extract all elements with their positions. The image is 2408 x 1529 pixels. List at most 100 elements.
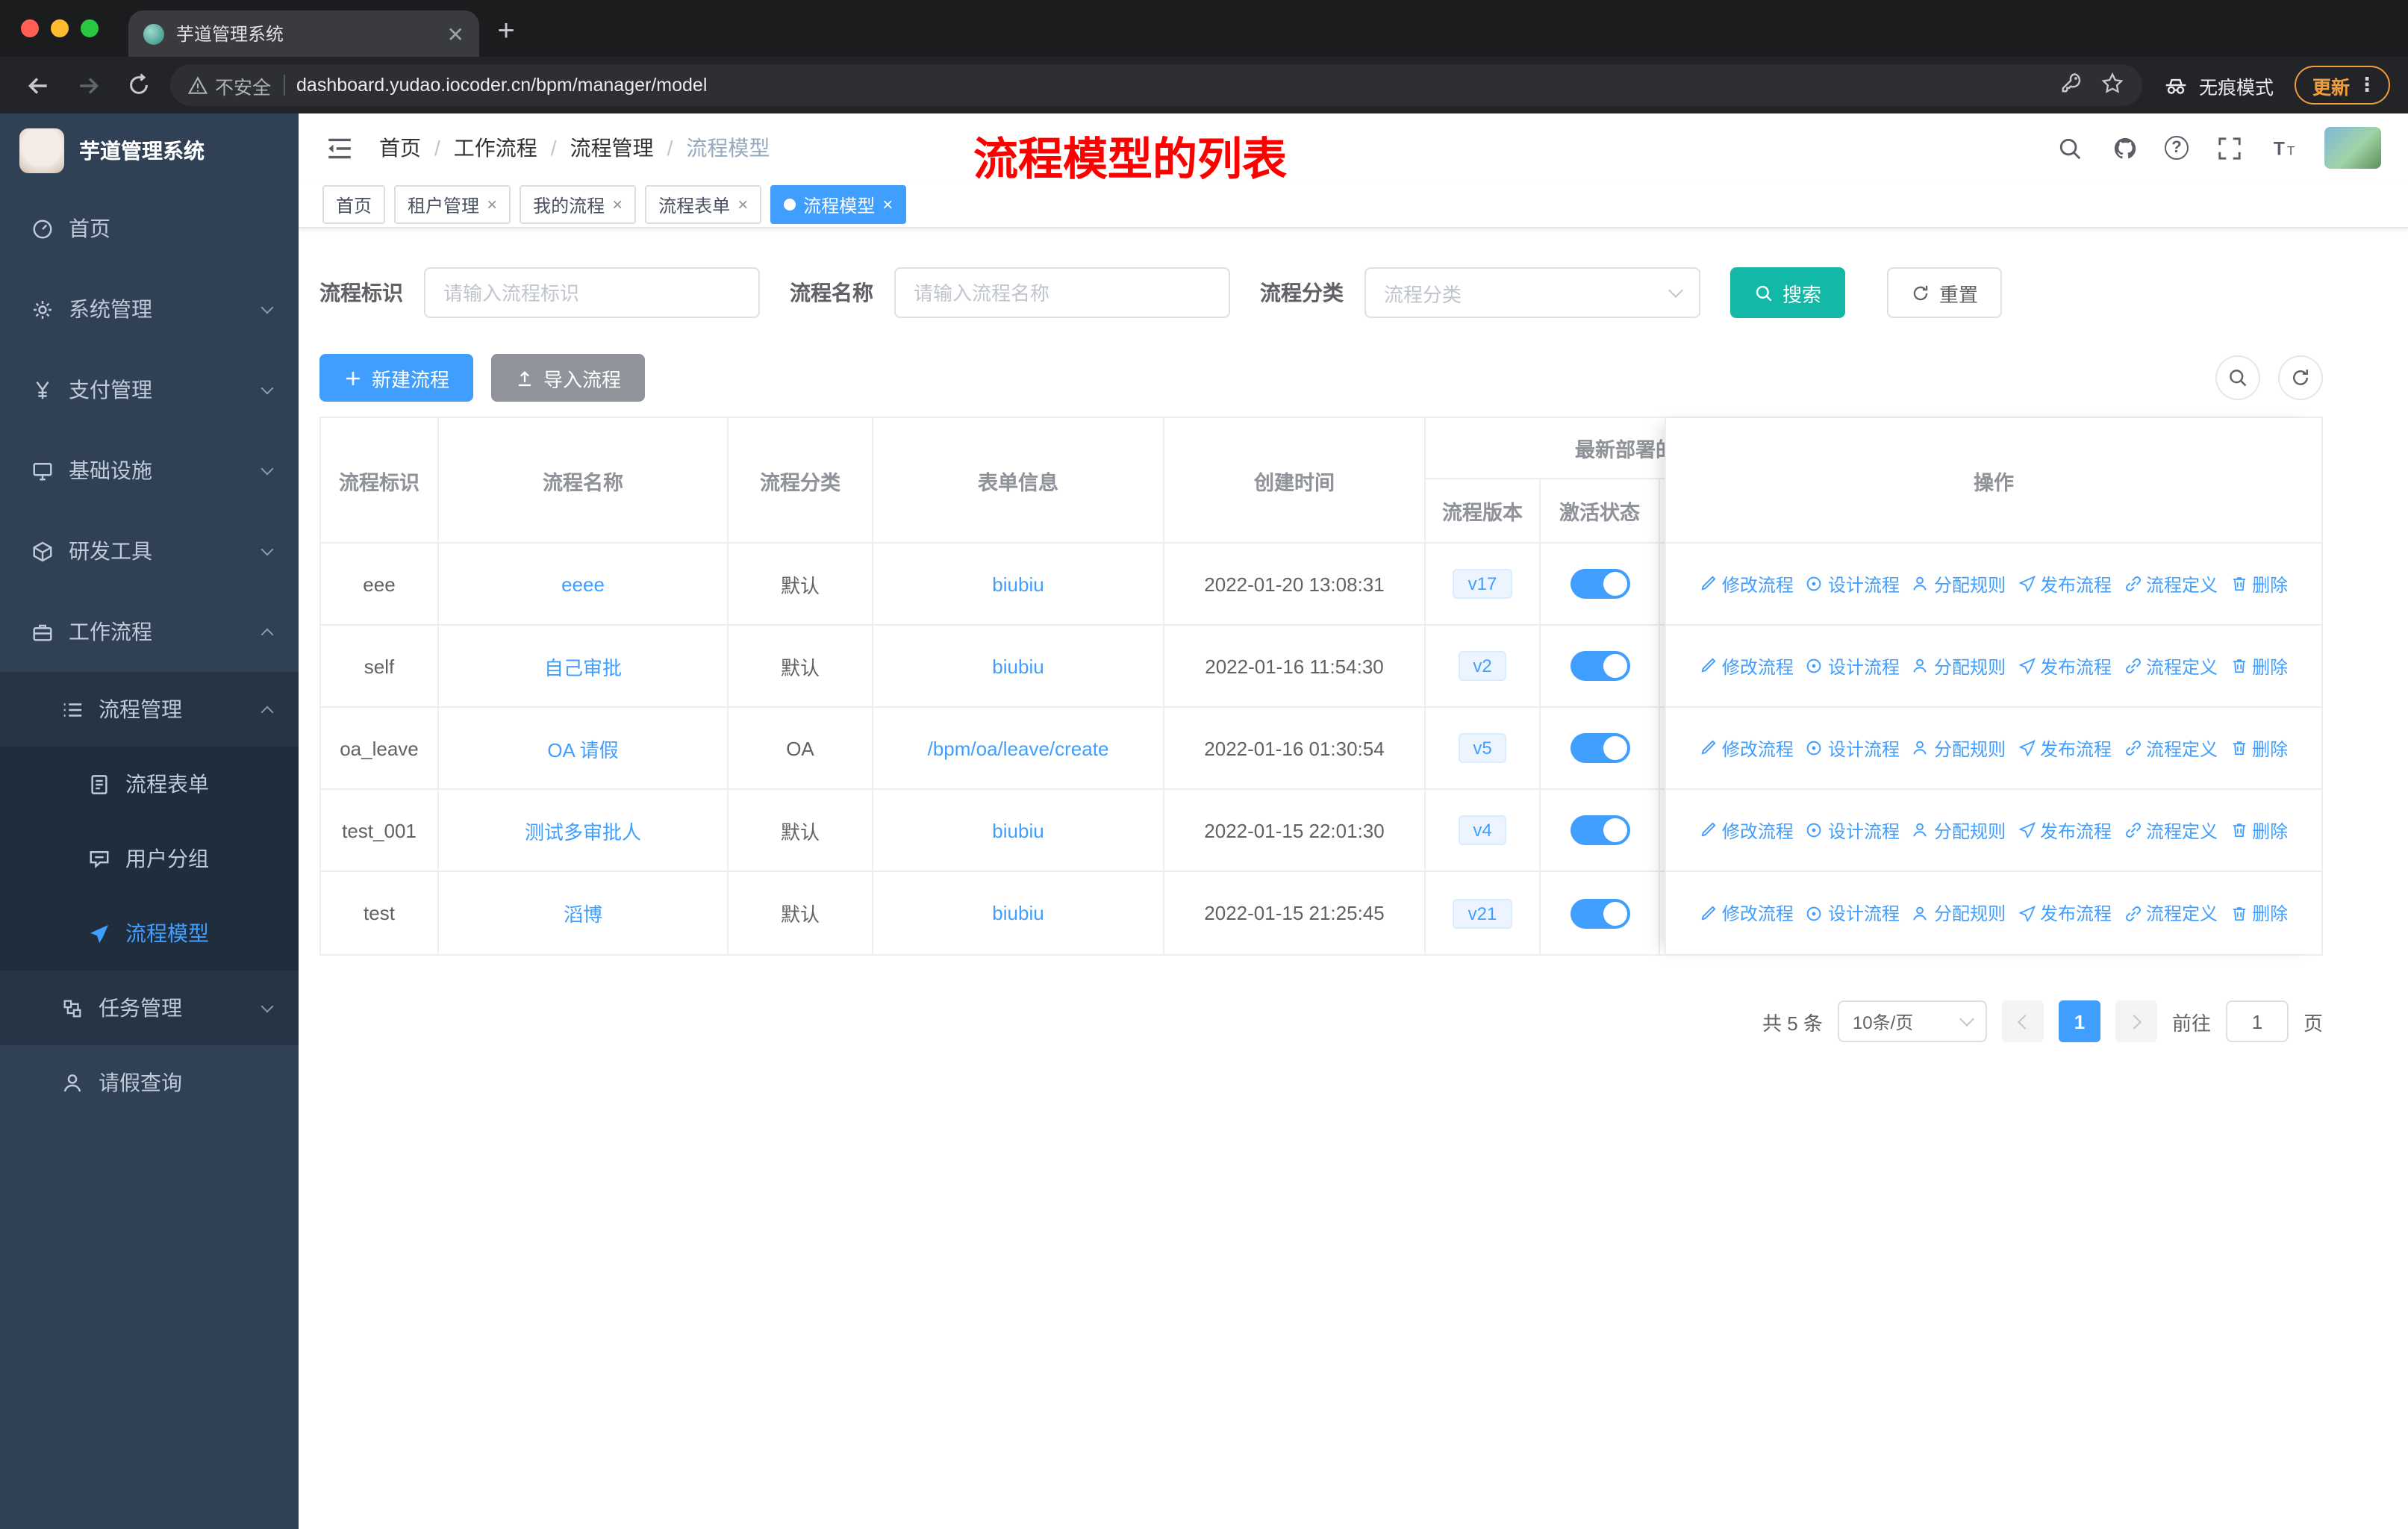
url-text[interactable]: dashboard.yudao.iocoder.cn/bpm/manager/m…	[296, 75, 2048, 96]
action-delete[interactable]: 删除	[2230, 900, 2288, 926]
action-assign-rule[interactable]: 分配规则	[1912, 818, 2006, 843]
app-logo[interactable]: 芋道管理系统	[0, 113, 299, 188]
address-bar[interactable]: 不安全 dashboard.yudao.iocoder.cn/bpm/manag…	[170, 64, 2142, 106]
browser-tab[interactable]: 芋道管理系统 ✕	[128, 10, 479, 57]
action-delete[interactable]: 删除	[2230, 735, 2288, 761]
tag-my-process[interactable]: 我的流程 ×	[520, 185, 637, 224]
back-icon[interactable]	[18, 66, 57, 105]
action-definition[interactable]: 流程定义	[2124, 900, 2218, 926]
tab-close-icon[interactable]: ✕	[447, 23, 464, 44]
prev-page-button[interactable]	[2001, 1000, 2044, 1042]
close-icon[interactable]: ×	[612, 196, 623, 214]
toggle-search-button[interactable]	[2215, 355, 2260, 400]
action-assign-rule[interactable]: 分配规则	[1912, 900, 2006, 926]
close-icon[interactable]: ×	[487, 196, 497, 214]
action-design[interactable]: 设计流程	[1806, 571, 1900, 597]
breadcrumb-process-management[interactable]: 流程管理	[570, 133, 654, 163]
action-edit[interactable]: 修改流程	[1700, 571, 1794, 597]
fullscreen-icon[interactable]	[2214, 133, 2244, 163]
sidebar-item-user-group[interactable]: 用户分组	[0, 821, 299, 896]
action-delete[interactable]: 删除	[2230, 571, 2288, 597]
process-name-input[interactable]	[894, 267, 1230, 318]
next-page-button[interactable]	[2115, 1000, 2157, 1042]
process-name-link[interactable]: eeee	[439, 544, 729, 624]
action-design[interactable]: 设计流程	[1806, 735, 1900, 761]
action-publish[interactable]: 发布流程	[2018, 653, 2112, 679]
sidebar-item-process-management[interactable]: 流程管理	[0, 672, 299, 747]
browser-update-button[interactable]: 更新 ⋮	[2294, 66, 2390, 105]
action-definition[interactable]: 流程定义	[2124, 571, 2218, 597]
form-info-link[interactable]: biubiu	[873, 872, 1164, 954]
reload-icon[interactable]	[119, 66, 158, 105]
close-icon[interactable]: ×	[737, 196, 748, 214]
action-design[interactable]: 设计流程	[1806, 818, 1900, 843]
sidebar-item-system[interactable]: 系统管理	[0, 269, 299, 349]
action-publish[interactable]: 发布流程	[2018, 735, 2112, 761]
active-toggle[interactable]	[1570, 733, 1629, 763]
search-button[interactable]: 搜索	[1730, 267, 1846, 318]
font-size-icon[interactable]: TT	[2269, 133, 2299, 163]
action-publish[interactable]: 发布流程	[2018, 900, 2112, 926]
sidebar-item-leave-query[interactable]: 请假查询	[0, 1045, 299, 1120]
process-name-link[interactable]: OA 请假	[439, 708, 729, 788]
action-assign-rule[interactable]: 分配规则	[1912, 571, 2006, 597]
tag-process-model[interactable]: 流程模型 ×	[770, 185, 907, 224]
form-info-link[interactable]: biubiu	[873, 790, 1164, 871]
action-publish[interactable]: 发布流程	[2018, 818, 2112, 843]
breadcrumb-home[interactable]: 首页	[379, 133, 421, 163]
tag-process-form[interactable]: 流程表单 ×	[645, 185, 762, 224]
help-icon[interactable]	[2165, 136, 2189, 160]
create-process-button[interactable]: 新建流程	[319, 354, 474, 402]
active-toggle[interactable]	[1570, 651, 1629, 681]
action-edit[interactable]: 修改流程	[1700, 818, 1794, 843]
bookmark-star-icon[interactable]	[2100, 71, 2124, 99]
category-select[interactable]: 流程分类	[1364, 267, 1700, 318]
security-warning[interactable]: 不安全	[188, 71, 271, 99]
action-edit[interactable]: 修改流程	[1700, 735, 1794, 761]
active-toggle[interactable]	[1570, 898, 1629, 928]
active-toggle[interactable]	[1570, 815, 1629, 845]
browser-menu-icon[interactable]: ⋮	[2357, 73, 2377, 97]
sidebar-item-workflow[interactable]: 工作流程	[0, 591, 299, 672]
sidebar-item-process-form[interactable]: 流程表单	[0, 747, 299, 821]
tag-home[interactable]: 首页	[322, 185, 386, 224]
page-size-select[interactable]: 10条/页	[1837, 1000, 1987, 1042]
form-info-link[interactable]: biubiu	[873, 626, 1164, 706]
sidebar-item-dev-tools[interactable]: 研发工具	[0, 511, 299, 591]
action-design[interactable]: 设计流程	[1806, 653, 1900, 679]
reset-button[interactable]: 重置	[1887, 267, 2003, 318]
action-definition[interactable]: 流程定义	[2124, 653, 2218, 679]
process-name-link[interactable]: 自己审批	[439, 626, 729, 706]
sidebar-collapse-icon[interactable]	[322, 131, 355, 164]
page-number-1[interactable]: 1	[2058, 1000, 2100, 1042]
new-tab-button[interactable]: +	[485, 10, 527, 52]
process-name-link[interactable]: 滔博	[439, 872, 729, 954]
action-publish[interactable]: 发布流程	[2018, 571, 2112, 597]
sidebar-item-process-model[interactable]: 流程模型	[0, 896, 299, 971]
sidebar-item-infrastructure[interactable]: 基础设施	[0, 430, 299, 511]
github-icon[interactable]	[2109, 133, 2139, 163]
action-delete[interactable]: 删除	[2230, 818, 2288, 843]
close-window-button[interactable]	[21, 19, 39, 37]
sidebar-item-payment[interactable]: 支付管理	[0, 349, 299, 430]
action-design[interactable]: 设计流程	[1806, 900, 1900, 926]
action-definition[interactable]: 流程定义	[2124, 735, 2218, 761]
sidebar-item-home[interactable]: 首页	[0, 188, 299, 269]
import-process-button[interactable]: 导入流程	[491, 354, 646, 402]
form-info-link[interactable]: biubiu	[873, 544, 1164, 624]
action-delete[interactable]: 删除	[2230, 653, 2288, 679]
search-icon[interactable]	[2054, 133, 2084, 163]
action-assign-rule[interactable]: 分配规则	[1912, 653, 2006, 679]
action-assign-rule[interactable]: 分配规则	[1912, 735, 2006, 761]
goto-page-input[interactable]	[2225, 1000, 2289, 1042]
sidebar-item-task-management[interactable]: 任务管理	[0, 971, 299, 1045]
process-name-link[interactable]: 测试多审批人	[439, 790, 729, 871]
action-edit[interactable]: 修改流程	[1700, 900, 1794, 926]
breadcrumb-workflow[interactable]: 工作流程	[454, 133, 537, 163]
action-definition[interactable]: 流程定义	[2124, 818, 2218, 843]
action-edit[interactable]: 修改流程	[1700, 653, 1794, 679]
password-key-icon[interactable]	[2060, 72, 2083, 99]
forward-icon[interactable]	[69, 66, 107, 105]
tag-tenant-management[interactable]: 租户管理 ×	[394, 185, 511, 224]
form-info-link[interactable]: /bpm/oa/leave/create	[873, 708, 1164, 788]
